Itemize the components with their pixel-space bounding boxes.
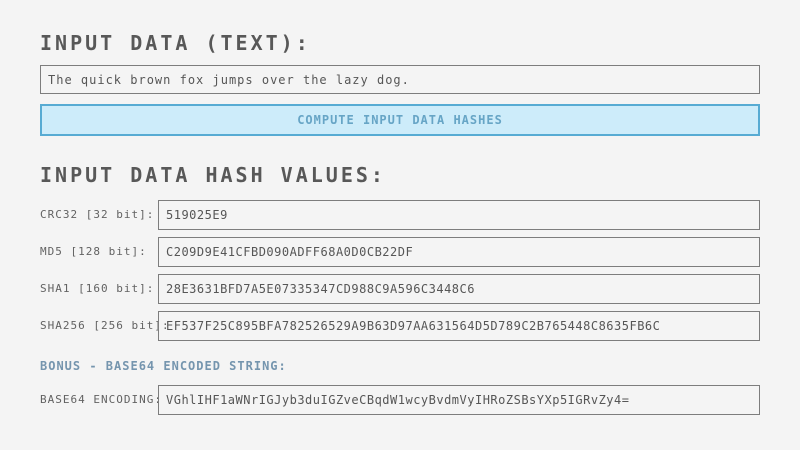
input-data-title: INPUT DATA (TEXT):: [40, 31, 311, 55]
bonus-base64-title: BONUS - BASE64 ENCODED STRING:: [40, 359, 287, 373]
input-data-text-field[interactable]: [40, 65, 760, 94]
sha256-label: SHA256 [256 bit]:: [40, 311, 170, 341]
hash-row-sha256: SHA256 [256 bit]: EF537F25C895BFA7825265…: [0, 311, 800, 341]
sha1-label: SHA1 [160 bit]:: [40, 274, 154, 304]
sha1-value-field[interactable]: 28E3631BFD7A5E07335347CD988C9A596C3448C6: [158, 274, 760, 304]
sha256-value-field[interactable]: EF537F25C895BFA782526529A9B63D97AA631564…: [158, 311, 760, 341]
base64-value-field[interactable]: VGhlIHF1aWNrIGJyb3duIGZveCBqdW1wcyBvdmVy…: [158, 385, 760, 415]
hash-values-title: INPUT DATA HASH VALUES:: [40, 163, 386, 187]
crc32-label: CRC32 [32 bit]:: [40, 200, 154, 230]
hash-tool-page: INPUT DATA (TEXT): COMPUTE INPUT DATA HA…: [0, 0, 800, 450]
compute-hashes-button[interactable]: COMPUTE INPUT DATA HASHES: [40, 104, 760, 136]
hash-row-md5: MD5 [128 bit]: C209D9E41CFBD090ADFF68A0D…: [0, 237, 800, 267]
md5-value-field[interactable]: C209D9E41CFBD090ADFF68A0D0CB22DF: [158, 237, 760, 267]
crc32-value-field[interactable]: 519025E9: [158, 200, 760, 230]
hash-row-sha1: SHA1 [160 bit]: 28E3631BFD7A5E07335347CD…: [0, 274, 800, 304]
hash-row-crc32: CRC32 [32 bit]: 519025E9: [0, 200, 800, 230]
md5-label: MD5 [128 bit]:: [40, 237, 147, 267]
hash-row-base64: BASE64 ENCODING: VGhlIHF1aWNrIGJyb3duIGZ…: [0, 385, 800, 415]
base64-label: BASE64 ENCODING:: [40, 385, 162, 415]
